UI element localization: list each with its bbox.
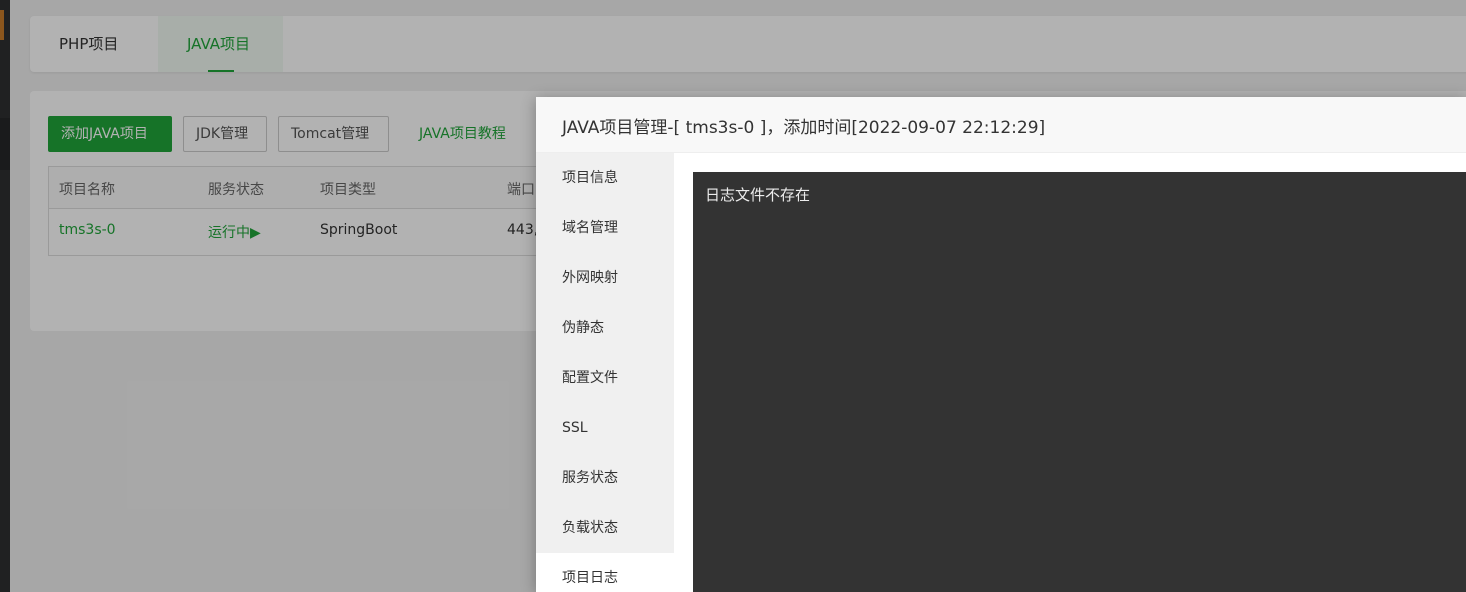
nav-item-config-file[interactable]: 配置文件 bbox=[536, 353, 674, 403]
java-project-management-modal: JAVA项目管理-[ tms3s-0 ]，添加时间[2022-09-07 22:… bbox=[536, 97, 1466, 592]
log-output[interactable]: 日志文件不存在 bbox=[693, 172, 1466, 592]
nav-item-project-log[interactable]: 项目日志 bbox=[536, 553, 674, 592]
nav-item-external-mapping[interactable]: 外网映射 bbox=[536, 253, 674, 303]
modal-nav: 项目信息 域名管理 外网映射 伪静态 配置文件 SSL 服务状态 负载状态 项目… bbox=[536, 153, 674, 592]
nav-item-service-status[interactable]: 服务状态 bbox=[536, 453, 674, 503]
nav-item-load-status[interactable]: 负载状态 bbox=[536, 503, 674, 553]
nav-item-ssl[interactable]: SSL bbox=[536, 403, 674, 453]
log-text: 日志文件不存在 bbox=[705, 186, 811, 204]
nav-item-domain-management[interactable]: 域名管理 bbox=[536, 203, 674, 253]
nav-item-rewrite[interactable]: 伪静态 bbox=[536, 303, 674, 353]
nav-item-project-info[interactable]: 项目信息 bbox=[536, 153, 674, 203]
modal-header: JAVA项目管理-[ tms3s-0 ]，添加时间[2022-09-07 22:… bbox=[536, 97, 1466, 153]
modal-title: JAVA项目管理-[ tms3s-0 ]，添加时间[2022-09-07 22:… bbox=[562, 118, 1046, 138]
